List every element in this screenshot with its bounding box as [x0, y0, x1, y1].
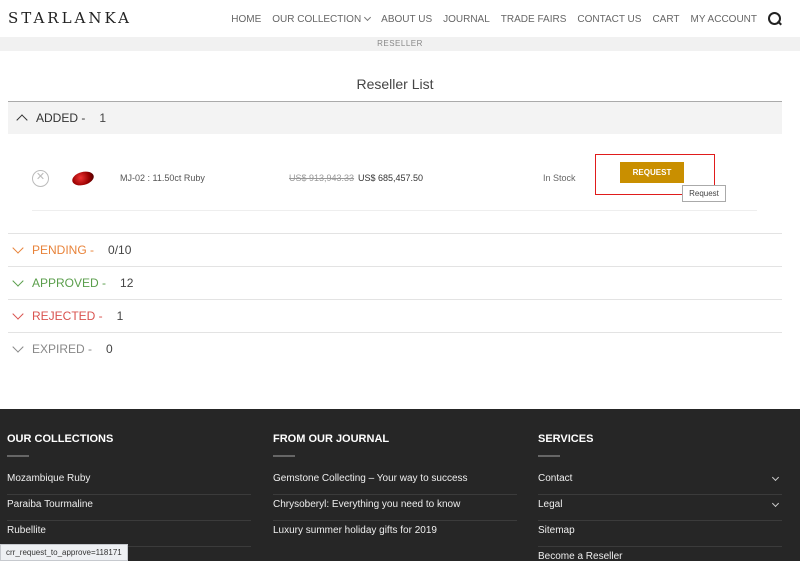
reseller-price: US$ 685,457.50 — [358, 173, 424, 183]
section-approved[interactable]: APPROVED - 12 — [8, 266, 782, 299]
footer-link-reseller[interactable]: Become a Reseller — [538, 547, 782, 561]
section-approved-label: APPROVED - — [32, 276, 107, 290]
request-tooltip: Request — [682, 185, 726, 202]
footer-services-title: SERVICES — [538, 433, 594, 445]
page-title: Reseller List — [356, 76, 434, 92]
status-bar-url: crr_request_to_approve=118171 — [0, 544, 128, 561]
footer-services: SERVICES Contact Legal Sitemap Become a … — [538, 433, 782, 561]
site-footer: OUR COLLECTIONS Mozambique Ruby Paraiba … — [0, 409, 800, 561]
footer-link-contact[interactable]: Contact — [538, 469, 782, 495]
chevron-down-icon — [12, 341, 24, 353]
nav-trade-fairs[interactable]: TRADE FAIRS — [501, 14, 567, 25]
footer-link-legal[interactable]: Legal — [538, 495, 782, 521]
site-logo[interactable]: STARLANKA — [8, 9, 132, 27]
chevron-down-icon — [12, 242, 24, 254]
divider — [7, 455, 29, 457]
request-button[interactable]: REQUEST — [620, 162, 684, 183]
section-expired[interactable]: EXPIRED - 0 — [8, 332, 782, 365]
nav-our-collection-label: OUR COLLECTION — [272, 13, 362, 25]
ruby-thumbnail[interactable] — [70, 169, 96, 188]
original-price: US$ 913,943.33 — [289, 173, 355, 183]
footer-journal-title: FROM OUR JOURNAL — [273, 433, 390, 445]
footer-link[interactable]: Gemstone Collecting – Your way to succes… — [273, 469, 517, 495]
section-expired-count: 0 — [106, 342, 113, 356]
footer-link[interactable]: Mozambique Ruby — [7, 469, 251, 495]
section-pending[interactable]: PENDING - 0/10 — [8, 233, 782, 266]
section-approved-count: 12 — [120, 276, 134, 290]
nav-home[interactable]: HOME — [231, 14, 261, 25]
section-added-header[interactable]: ADDED - 1 — [8, 101, 782, 134]
footer-collections-title: OUR COLLECTIONS — [7, 433, 114, 445]
divider — [273, 455, 295, 457]
footer-collections: OUR COLLECTIONS Mozambique Ruby Paraiba … — [7, 433, 251, 547]
main-nav: HOME OUR COLLECTION ABOUT US JOURNAL TRA… — [220, 12, 782, 26]
chevron-up-icon — [16, 114, 28, 126]
section-rejected-label: REJECTED - — [32, 309, 103, 323]
nav-my-account[interactable]: MY ACCOUNT — [691, 14, 758, 25]
footer-link[interactable]: Paraiba Tourmaline — [7, 495, 251, 521]
section-added-count: 1 — [99, 111, 107, 125]
footer-link-label: Contact — [538, 473, 573, 484]
chevron-down-icon — [12, 308, 24, 320]
section-pending-label: PENDING - — [32, 243, 95, 257]
item-name[interactable]: MJ-02 : 11.50ct Ruby — [120, 173, 205, 183]
nav-about-us[interactable]: ABOUT US — [381, 14, 432, 25]
breadcrumb: RESELLER — [0, 37, 800, 51]
remove-icon[interactable]: ✕ — [32, 170, 49, 187]
section-rejected[interactable]: REJECTED - 1 — [8, 299, 782, 332]
nav-journal[interactable]: JOURNAL — [443, 14, 490, 25]
footer-link-sitemap[interactable]: Sitemap — [538, 521, 782, 547]
footer-link[interactable]: Luxury summer holiday gifts for 2019 — [273, 521, 517, 547]
section-pending-count: 0/10 — [108, 243, 132, 257]
footer-link-label: Legal — [538, 499, 563, 510]
nav-our-collection[interactable]: OUR COLLECTION — [272, 13, 372, 25]
section-rejected-count: 1 — [116, 309, 124, 323]
nav-cart[interactable]: CART — [652, 14, 679, 25]
section-expired-label: EXPIRED - — [32, 342, 93, 356]
search-icon[interactable] — [768, 12, 782, 26]
section-added-label: ADDED - — [36, 111, 86, 125]
chevron-down-icon[interactable] — [771, 473, 780, 482]
chevron-down-icon — [364, 13, 372, 22]
chevron-down-icon — [12, 275, 24, 287]
divider — [538, 455, 560, 457]
chevron-down-icon[interactable] — [771, 499, 780, 508]
site-header: STARLANKA HOME OUR COLLECTION ABOUT US J… — [0, 0, 800, 37]
stock-status: In Stock — [543, 173, 576, 183]
footer-link[interactable]: Chrysoberyl: Everything you need to know — [273, 495, 517, 521]
footer-journal: FROM OUR JOURNAL Gemstone Collecting – Y… — [273, 433, 517, 547]
nav-contact-us[interactable]: CONTACT US — [577, 14, 641, 25]
